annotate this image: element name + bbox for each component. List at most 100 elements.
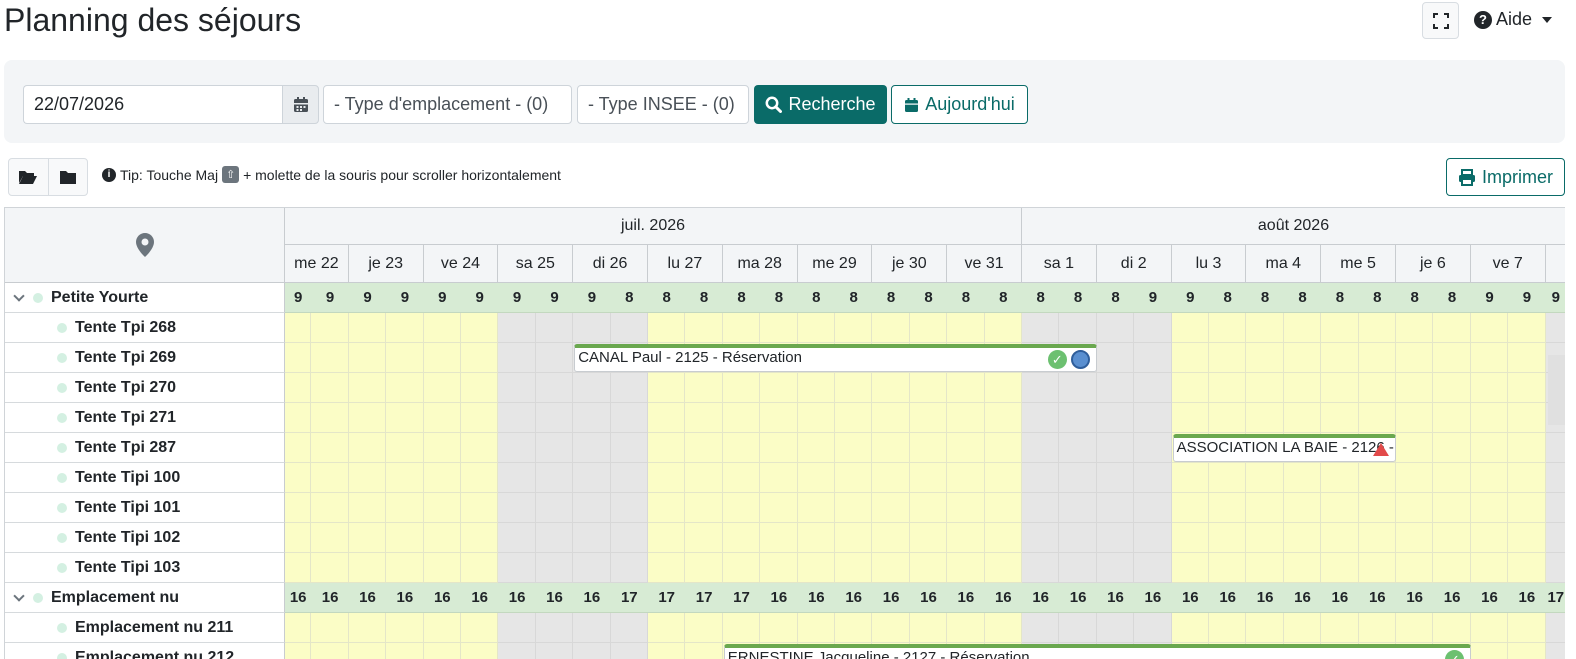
planning-cell[interactable] [722,313,761,343]
planning-cell[interactable] [535,403,574,433]
planning-cell[interactable] [1470,313,1509,343]
booking-bar[interactable]: ERNESTINE Jacqueline - 2127 - Réservatio… [723,644,1471,659]
vertical-scrollbar[interactable] [1548,355,1565,425]
planning-cell[interactable] [535,493,574,523]
planning-cell[interactable] [1022,553,1060,583]
planning-cell[interactable] [1396,613,1434,643]
planning-cell[interactable] [872,403,910,433]
planning-cell[interactable] [1171,313,1209,343]
planning-cell[interactable] [498,403,536,433]
planning-cell[interactable] [498,433,536,463]
planning-cell[interactable] [285,313,312,343]
planning-cell[interactable] [1171,463,1209,493]
planning-cell[interactable] [423,553,461,583]
planning-cell[interactable] [610,313,648,343]
planning-cell[interactable] [1096,463,1135,493]
planning-cell[interactable] [835,313,873,343]
planning-cell[interactable] [1171,373,1209,403]
planning-cell[interactable] [535,613,574,643]
planning-cell[interactable] [1209,373,1247,403]
planning-cell[interactable] [872,553,910,583]
planning-cell[interactable] [1209,493,1247,523]
planning-cell[interactable] [1209,343,1247,373]
planning-cell[interactable] [1470,493,1509,523]
planning-cell[interactable] [1433,553,1471,583]
planning-cell[interactable] [1508,553,1546,583]
planning-cell[interactable] [1321,463,1359,493]
planning-cell[interactable] [1134,403,1172,433]
planning-cell[interactable] [1134,373,1172,403]
planning-cell[interactable] [1545,493,1565,523]
planning-cell[interactable] [535,523,574,553]
planning-cell[interactable] [909,463,948,493]
planning-cell[interactable] [1059,613,1097,643]
planning-cell[interactable] [1433,433,1471,463]
planning-cell[interactable] [386,613,424,643]
planning-cell[interactable] [648,493,686,523]
planning-cell[interactable] [610,463,648,493]
planning-cell[interactable] [984,403,1022,433]
group-row-1[interactable]: Petite Yourte [5,283,285,313]
planning-cell[interactable] [1096,313,1135,343]
planning-cell[interactable] [1470,613,1509,643]
planning-cell[interactable] [311,403,349,433]
planning-cell[interactable] [909,613,948,643]
planning-cell[interactable] [1396,343,1434,373]
planning-cell[interactable] [285,463,312,493]
planning-cell[interactable] [461,553,499,583]
planning-cell[interactable] [909,523,948,553]
planning-cell[interactable] [1171,613,1209,643]
planning-cell[interactable] [535,463,574,493]
planning-cell[interactable] [1396,313,1434,343]
planning-cell[interactable] [386,433,424,463]
planning-cell[interactable] [1283,523,1322,553]
planning-cell[interactable] [1508,613,1546,643]
planning-cell[interactable] [1358,613,1396,643]
planning-cell[interactable] [1022,613,1060,643]
planning-cell[interactable] [610,403,648,433]
planning-cell[interactable] [1022,463,1060,493]
planning-cell[interactable] [835,553,873,583]
planning-cell[interactable] [1246,553,1284,583]
planning-cell[interactable] [573,523,611,553]
planning-cell[interactable] [984,313,1022,343]
planning-cell[interactable] [909,313,948,343]
planning-cell[interactable] [348,613,387,643]
planning-cell[interactable] [872,463,910,493]
planning-cell[interactable] [760,313,798,343]
planning-cell[interactable] [648,643,686,659]
planning-cell[interactable] [1545,553,1565,583]
planning-cell[interactable] [498,343,536,373]
planning-cell[interactable] [348,433,387,463]
planning-cell[interactable] [1433,463,1471,493]
planning-cell[interactable] [872,373,910,403]
planning-cell[interactable] [423,343,461,373]
planning-cell[interactable] [1433,613,1471,643]
planning-cell[interactable] [909,403,948,433]
planning-cell[interactable] [909,373,948,403]
planning-cell[interactable] [498,553,536,583]
planning-cell[interactable] [461,523,499,553]
planning-cell[interactable] [947,313,985,343]
planning-cell[interactable] [1059,523,1097,553]
planning-cell[interactable] [984,433,1022,463]
planning-cell[interactable] [1508,313,1546,343]
planning-cell[interactable] [1396,493,1434,523]
planning-cell[interactable] [1358,313,1396,343]
planning-cell[interactable] [685,553,723,583]
planning-cell[interactable] [1321,313,1359,343]
site-row-label[interactable]: Tente Tpi 270 [5,373,285,403]
planning-cell[interactable] [1246,373,1284,403]
planning-cell[interactable] [722,433,761,463]
planning-cell[interactable] [285,613,312,643]
planning-cell[interactable] [461,643,499,659]
planning-cell[interactable] [1321,343,1359,373]
planning-cell[interactable] [423,523,461,553]
planning-cell[interactable] [648,553,686,583]
planning-cell[interactable] [797,523,835,553]
expand-all-button[interactable] [9,159,49,195]
planning-cell[interactable] [1059,493,1097,523]
planning-cell[interactable] [1470,463,1509,493]
planning-cell[interactable] [722,493,761,523]
planning-cell[interactable] [498,643,536,659]
